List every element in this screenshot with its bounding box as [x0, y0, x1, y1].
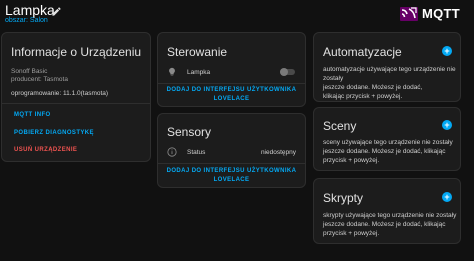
device-firmware: oprogramowanie: 11.1.0(tasmota) [11, 90, 109, 97]
device-info-title: Informacje o Urządzeniu [11, 45, 142, 59]
automations-title: Automatyzacje [323, 45, 402, 59]
add-to-lovelace-button[interactable]: DODAJ DO INTERFEJSU UŻYTKOWNIKA LOVELACE [158, 86, 305, 104]
device-manufacturer: producent: Tasmota [11, 76, 68, 83]
add-automation-button[interactable]: + [442, 46, 452, 56]
status-entity-name[interactable]: Status [187, 148, 205, 157]
scenes-title: Sceny [323, 119, 357, 133]
controls-card: Sterowanie Lampka DODAJ DO INTERFEJSU UŻ… [157, 32, 306, 107]
mqtt-info-button[interactable]: MQTT INFO [14, 112, 51, 118]
scripts-card: Skrypty + skrypty używające tego urządze… [313, 178, 461, 244]
scenes-card: Sceny + sceny używające tego urządzenie … [313, 107, 461, 171]
automations-desc-line1: automatyzacje używające tego urządzenie … [323, 66, 456, 82]
delete-device-button[interactable]: USUŃ URZĄDZENIE [14, 147, 77, 153]
mqtt-logo-icon [399, 6, 418, 21]
download-diagnostics-button[interactable]: POBIERZ DIAGNOSTYKĘ [14, 130, 94, 136]
add-script-button[interactable]: + [442, 192, 452, 202]
scripts-description: skrypty używające tego urządzenie nie zo… [323, 211, 456, 238]
add-to-lovelace-button[interactable]: DODAJ DO INTERFEJSU UŻYTKOWNIKA LOVELACE [158, 167, 305, 185]
automations-description: automatyzacje używające tego urządzenie … [323, 65, 460, 101]
scenes-desc-line1: sceny używające tego urządzenie nie zost… [323, 139, 453, 146]
status-entity-value: niedostępny [260, 149, 296, 156]
add-to-lovelace-line2: LOVELACE [213, 177, 250, 183]
toggle-knob [280, 68, 288, 76]
info-circle-icon [167, 147, 177, 157]
device-info-card: Informacje o Urządzeniu Sonoff Basic pro… [1, 32, 151, 162]
scripts-desc-line3: przycisk + powyżej. [323, 230, 380, 237]
automations-card: Automatyzacje + automatyzacje używające … [313, 32, 461, 102]
brand-name: MQTT [421, 6, 460, 21]
divider [158, 83, 305, 84]
scenes-desc-line2: jeszcze dodane. Możesz je dodać, klikają… [323, 148, 446, 155]
scripts-desc-line1: skrypty używające tego urządzenie nie zo… [323, 212, 457, 219]
add-to-lovelace-line1: DODAJ DO INTERFEJSU UŻYTKOWNIKA [166, 168, 297, 174]
scripts-title: Skrypty [323, 191, 364, 205]
add-to-lovelace-line2: LOVELACE [213, 96, 250, 102]
lightbulb-icon [169, 67, 175, 76]
automations-desc-line3: klikając przycisk + powyżej. [323, 93, 403, 100]
scenes-description: sceny używające tego urządzenie nie zost… [323, 138, 453, 165]
divider [2, 103, 150, 104]
lamp-entity-name[interactable]: Lampka [187, 68, 210, 77]
sensors-card: Sensory Status niedostępny DODAJ DO INTE… [157, 113, 306, 188]
brand: MQTT [399, 6, 460, 21]
controls-title: Sterowanie [167, 45, 228, 59]
divider [158, 163, 305, 164]
area-link[interactable]: obszar: Salon [5, 17, 48, 24]
scripts-desc-line2: jeszcze dodane. Możesz je dodać, klikają… [323, 221, 446, 228]
sensors-title: Sensory [167, 125, 212, 139]
add-to-lovelace-line1: DODAJ DO INTERFEJSU UŻYTKOWNIKA [166, 87, 297, 93]
lamp-toggle[interactable] [280, 68, 295, 76]
scenes-desc-line3: przycisk + powyżej. [323, 157, 380, 164]
automations-desc-line2: jeszcze dodane. Możesz je dodać, [323, 84, 423, 91]
page-title: Lampka [5, 2, 55, 18]
add-scene-button[interactable]: + [442, 120, 452, 130]
top-bar: Lampka obszar: Salon MQTT [0, 0, 474, 30]
pencil-icon[interactable] [51, 6, 62, 17]
